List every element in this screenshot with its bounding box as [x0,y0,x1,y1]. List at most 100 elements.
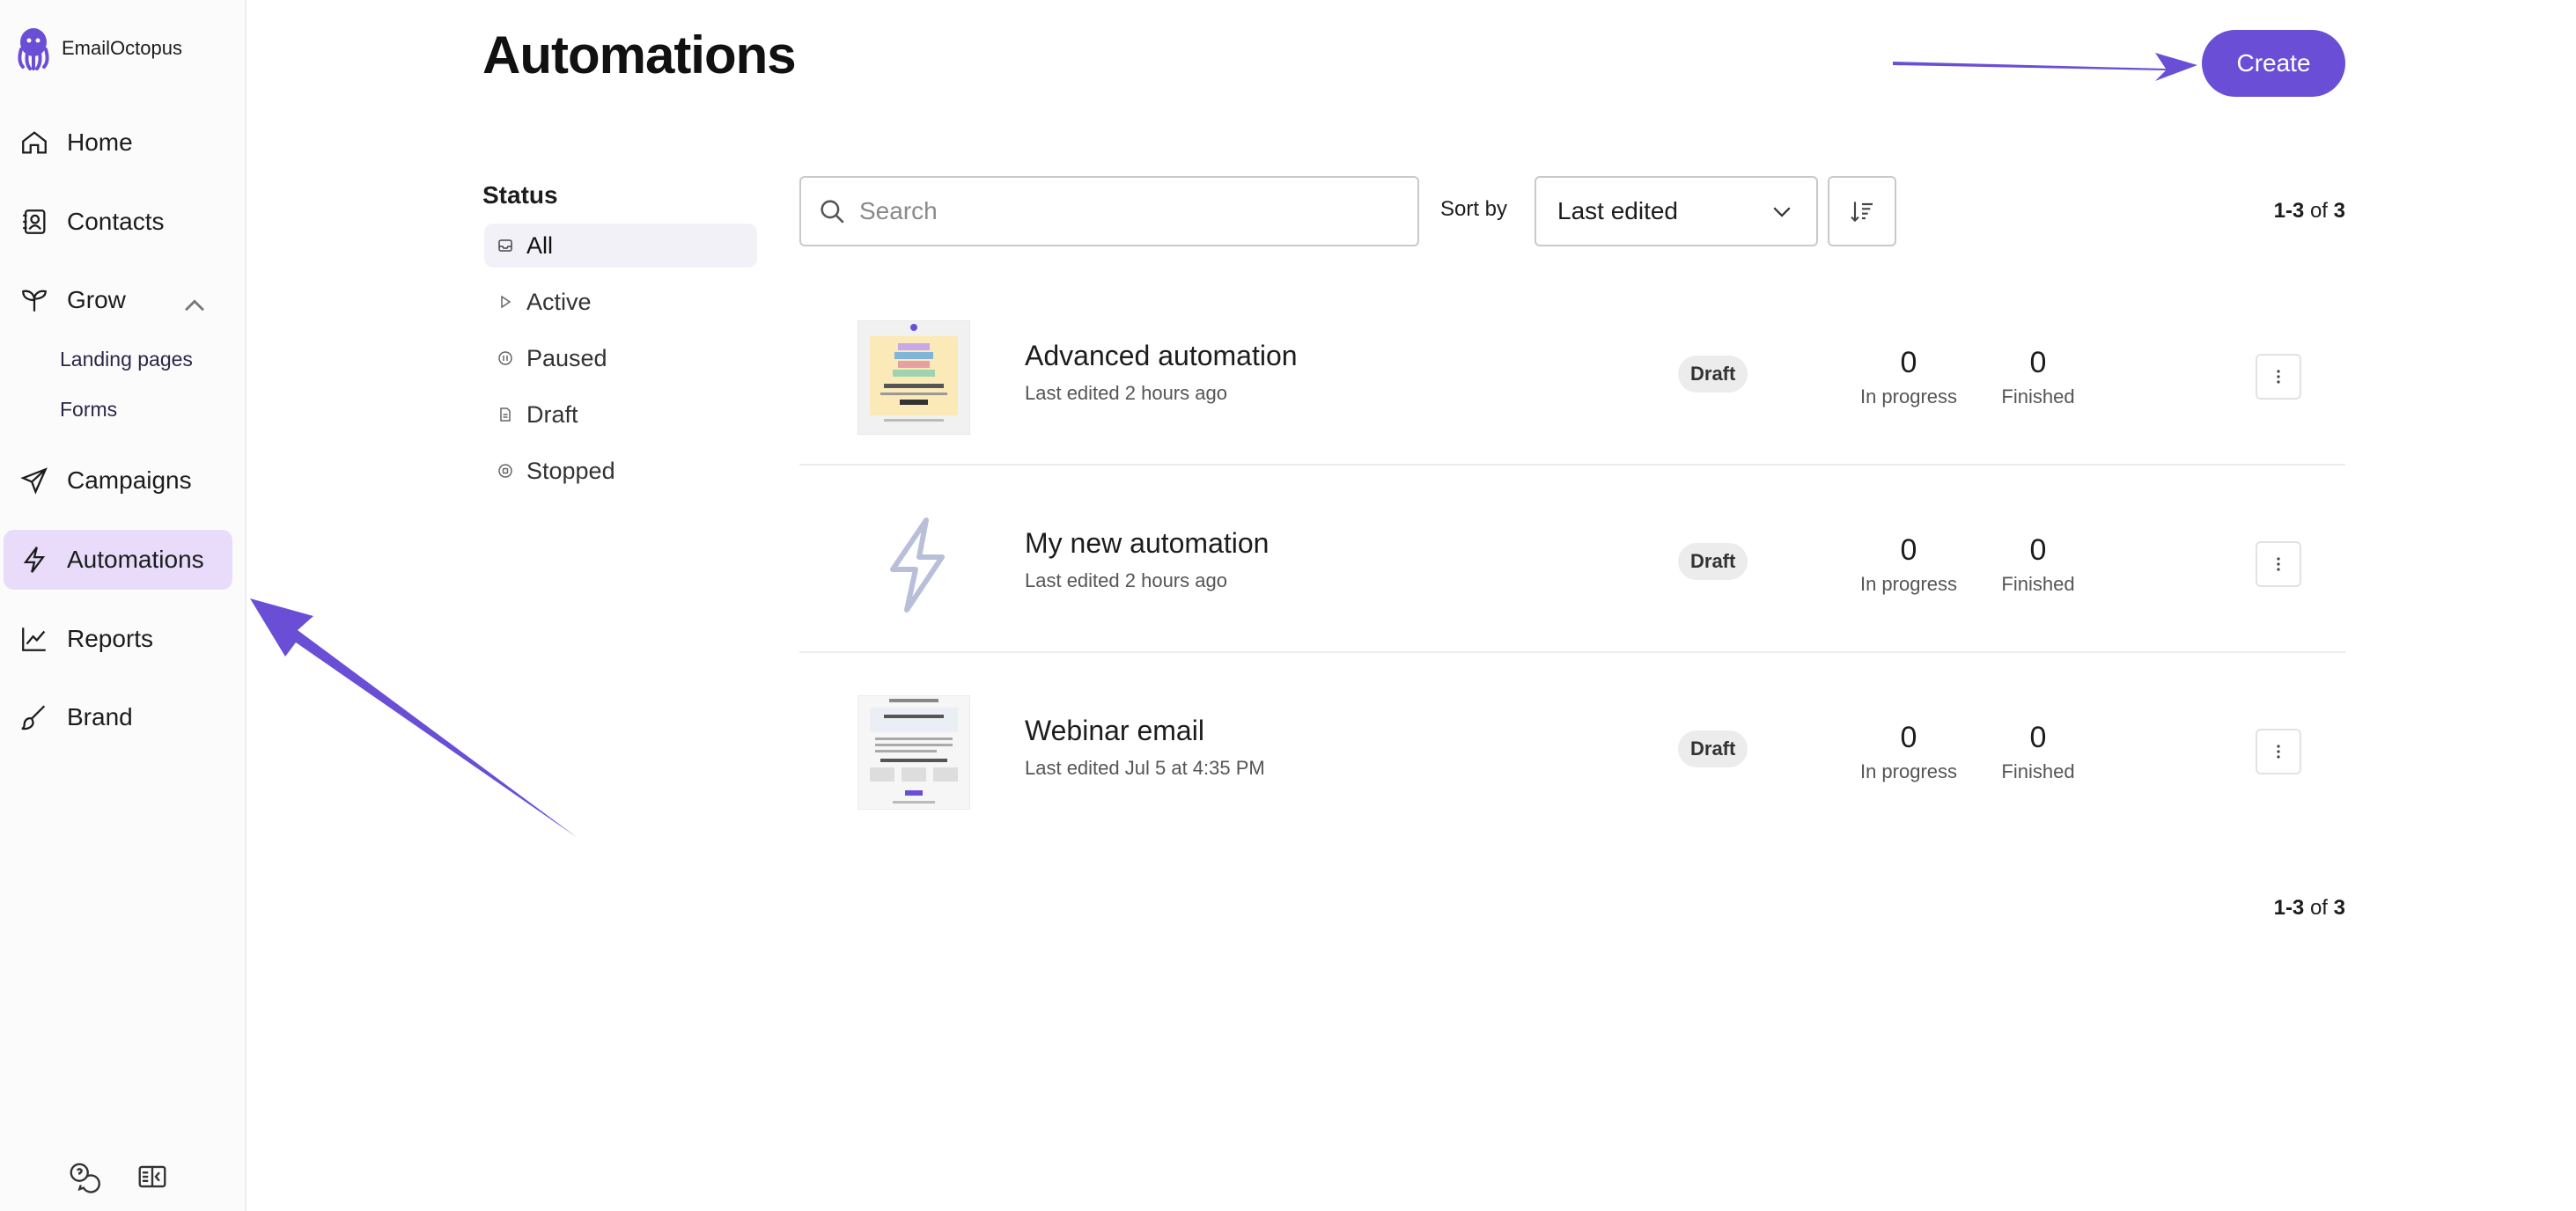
sidebar-item-forms[interactable]: Forms [60,398,117,422]
sprout-icon [22,290,47,312]
create-button[interactable]: Create [2202,30,2345,97]
filter-label: Draft [526,400,578,428]
chevron-down-icon [1773,207,1791,217]
in-progress-label: In progress [1859,573,1958,595]
document-icon [500,407,511,422]
more-vertical-icon [2277,557,2280,571]
automation-last-edited: Last edited 2 hours ago [1025,382,1227,404]
filter-paused[interactable]: Paused [484,336,757,380]
finished-count: 0 [2029,721,2047,754]
sidebar-item-brand[interactable]: Brand [4,687,232,747]
in-progress-stat: 0 In progress [1847,532,1970,596]
sidebar: EmailOctopus Home Contacts Grow Landing … [0,0,247,1211]
sort-select-value: Last edited [1557,197,1678,224]
sort-descending-icon [1851,202,1873,223]
email-thumbnail [857,695,970,810]
pagination-of: of [2309,199,2328,223]
automation-last-edited: Last edited Jul 5 at 4:35 PM [1025,757,1265,779]
filter-label: Stopped [526,457,615,484]
sidebar-item-label: Reports [67,625,154,652]
sort-direction-button[interactable] [1828,176,1896,246]
sidebar-item-label: Automations [67,546,204,573]
sidebar-item-automations[interactable]: Automations [4,530,232,590]
brush-icon [21,705,46,730]
status-badge: Draft [1678,356,1748,393]
sidebar-item-label: Contacts [67,208,165,235]
sort-select[interactable]: Last edited [1535,176,1818,246]
finished-label: Finished [2001,573,2075,595]
sidebar-item-home[interactable]: Home [4,113,232,172]
sidebar-item-label: Campaigns [67,466,192,494]
pagination-total: 3 [2333,896,2345,920]
filter-active[interactable]: Active [484,280,757,324]
more-vertical-icon [2277,370,2280,384]
automation-row[interactable]: My new automation Last edited 2 hours ag… [799,466,2345,653]
sidebar-item-landing-pages[interactable]: Landing pages [60,348,193,371]
octopus-logo-icon [18,28,49,70]
pagination-bottom: 1-3 of 3 [2274,896,2345,921]
brand-name: EmailOctopus [62,37,182,59]
row-menu-button[interactable] [2256,354,2301,400]
finished-stat: 0 Finished [1990,720,2087,783]
finished-count: 0 [2029,533,2047,567]
more-vertical-icon [2277,745,2280,759]
brand-logo[interactable]: EmailOctopus [14,26,182,70]
home-icon [22,131,47,154]
in-progress-stat: 0 In progress [1847,720,1970,783]
page-title: Automations [482,26,797,84]
in-progress-label: In progress [1859,385,1958,407]
finished-label: Finished [2001,385,2075,407]
pagination-total: 3 [2333,199,2345,223]
finished-stat: 0 Finished [1990,345,2087,408]
collapse-sidebar-icon[interactable] [136,1160,169,1193]
automation-name[interactable]: Advanced automation [1025,340,1298,372]
finished-stat: 0 Finished [1990,532,2087,596]
sidebar-item-campaigns[interactable]: Campaigns [4,451,232,510]
automation-name[interactable]: My new automation [1025,527,1269,560]
automation-row[interactable]: Advanced automation Last edited 2 hours … [799,278,2345,466]
email-thumbnail [857,320,970,435]
finished-count: 0 [2029,346,2047,379]
status-filter-title: Status [482,181,558,209]
play-icon [501,295,512,309]
filter-label: All [526,231,554,259]
search-box[interactable] [799,176,1419,246]
in-progress-label: In progress [1859,760,1958,782]
trend-chart-icon [22,628,46,651]
in-progress-count: 0 [1900,721,1917,754]
search-icon [821,200,844,224]
row-menu-button[interactable] [2256,729,2301,774]
pagination-top: 1-3 of 3 [2274,199,2345,224]
in-progress-stat: 0 In progress [1847,345,1970,408]
pagination-range: 1-3 [2273,896,2305,920]
pagination-of: of [2309,896,2328,920]
help-chat-icon[interactable] [67,1160,100,1193]
sidebar-item-label: Home [67,128,133,156]
automation-last-edited: Last edited 2 hours ago [1025,569,1227,591]
automation-row[interactable]: Webinar email Last edited Jul 5 at 4:35 … [799,653,2345,840]
filter-label: Active [526,288,592,315]
paper-plane-icon [20,467,48,495]
sidebar-item-label: Grow [67,286,126,313]
chevron-up-icon[interactable] [180,291,210,321]
in-progress-count: 0 [1900,346,1917,379]
automation-name[interactable]: Webinar email [1025,715,1204,747]
filter-draft[interactable]: Draft [484,393,757,437]
row-menu-button[interactable] [2256,541,2301,587]
search-input[interactable] [859,197,1387,225]
filter-all[interactable]: All [484,224,757,268]
filter-stopped[interactable]: Stopped [484,449,757,493]
lightning-thumbnail-icon [890,517,945,613]
sidebar-item-grow[interactable]: Grow [4,270,232,330]
status-badge: Draft [1678,730,1748,767]
sidebar-item-contacts[interactable]: Contacts [4,192,232,252]
contacts-icon [23,209,46,234]
sort-by-label: Sort by [1440,197,1508,221]
sidebar-item-reports[interactable]: Reports [4,609,232,669]
arrow-to-create-icon [1893,53,2197,81]
stop-icon [498,464,512,478]
pause-icon [498,351,512,365]
status-badge: Draft [1678,543,1748,580]
inbox-icon [498,239,512,252]
in-progress-count: 0 [1900,533,1917,567]
